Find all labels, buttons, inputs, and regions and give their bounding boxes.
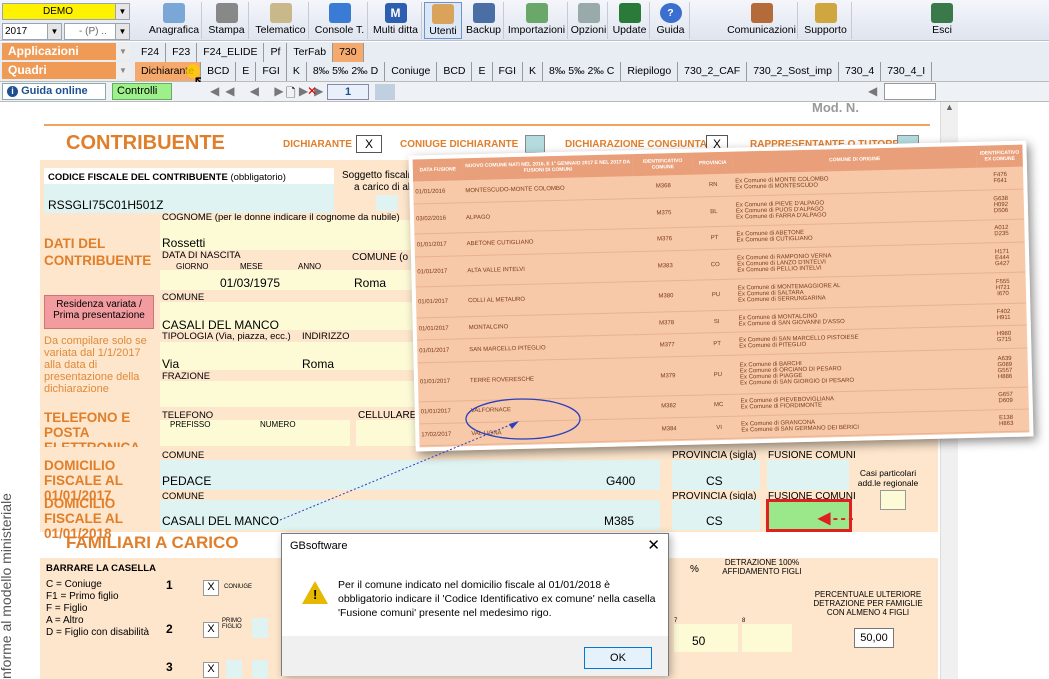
warning-icon: ! [302, 581, 328, 604]
dialog-footer: OK [282, 636, 668, 676]
app-window: DEMO ▼ 2017 ▼ - (P) .. ▼ Anagrafica Stampa … [0, 0, 1049, 679]
ok-button[interactable]: OK [584, 647, 652, 669]
arrow-head-icon [509, 421, 519, 429]
dotted-arrow-line [279, 424, 511, 521]
close-icon[interactable]: ✕ [647, 536, 660, 554]
highlight-ellipse [465, 398, 581, 440]
dialog-message: Per il comune indicato nel domicilio fis… [338, 579, 656, 619]
dialog-title: GBsoftware [290, 540, 348, 552]
warning-dialog: GBsoftware ✕ ! Per il comune indicato ne… [281, 533, 669, 676]
